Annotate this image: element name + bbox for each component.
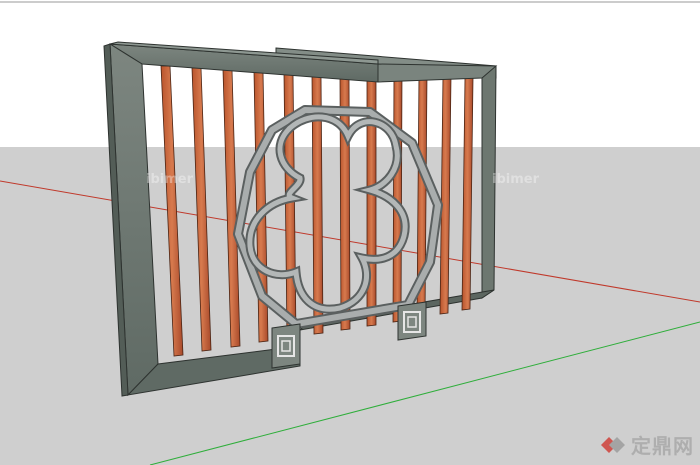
model-viewport[interactable]: ibimer ibimer 定鼎网 xyxy=(0,0,700,465)
site-watermark: 定鼎网 xyxy=(599,430,694,459)
base-block-right xyxy=(397,301,427,341)
ding-logo-icon xyxy=(601,436,625,453)
base-block-left xyxy=(271,323,301,369)
watermark-text: 定鼎网 xyxy=(631,434,694,458)
faint-watermark-left: ibimer xyxy=(146,172,193,187)
scene-svg xyxy=(0,0,700,465)
faint-watermark-right: ibimer xyxy=(492,172,539,187)
